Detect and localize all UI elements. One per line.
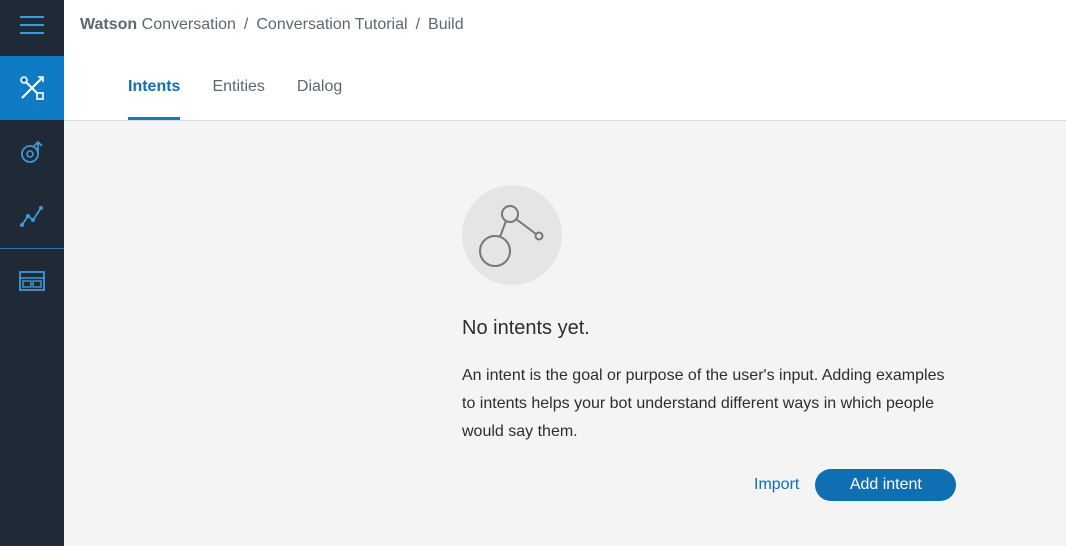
empty-state-actions: Import Add intent — [754, 469, 957, 501]
tab-entities[interactable]: Entities — [212, 78, 264, 120]
add-intent-button[interactable]: Add intent — [815, 469, 957, 501]
analytics-icon — [20, 206, 43, 227]
tab-dialog[interactable]: Dialog — [297, 78, 342, 120]
tab-bar: Intents Entities Dialog — [128, 78, 374, 120]
breadcrumb-brand: Watson — [80, 16, 138, 33]
empty-state-description: An intent is the goal or purpose of the … — [462, 367, 945, 440]
sidebar-item-analytics[interactable] — [0, 184, 64, 248]
menu-icon — [20, 16, 44, 34]
empty-state-title: No intents yet. — [462, 317, 590, 339]
breadcrumb-separator: / — [243, 16, 249, 33]
sidebar — [0, 0, 64, 546]
empty-state-icon-circle — [462, 185, 562, 285]
intent-graph-icon — [479, 205, 544, 267]
tab-intents[interactable]: Intents — [128, 78, 181, 120]
breadcrumb: Watson Conversation / Conversation Tutoria… — [80, 16, 464, 34]
workspaces-icon — [19, 271, 45, 291]
sidebar-item-workspaces[interactable] — [0, 249, 64, 313]
improve-icon — [21, 140, 43, 163]
empty-state: No intents yet. An intent is the goal or… — [462, 185, 962, 501]
sidebar-item-improve[interactable] — [0, 120, 64, 184]
breadcrumb-separator: / — [415, 16, 421, 33]
sidebar-item-build[interactable] — [0, 56, 64, 120]
breadcrumb-app[interactable]: Conversation — [142, 16, 236, 33]
breadcrumb-current-page: Build — [428, 16, 464, 33]
header: Watson Conversation / Conversation Tutoria… — [64, 0, 1066, 121]
breadcrumb-workspace[interactable]: Conversation Tutorial — [256, 16, 407, 33]
tools-icon — [20, 76, 44, 100]
import-button[interactable]: Import — [754, 476, 799, 494]
menu-button[interactable] — [0, 0, 64, 50]
